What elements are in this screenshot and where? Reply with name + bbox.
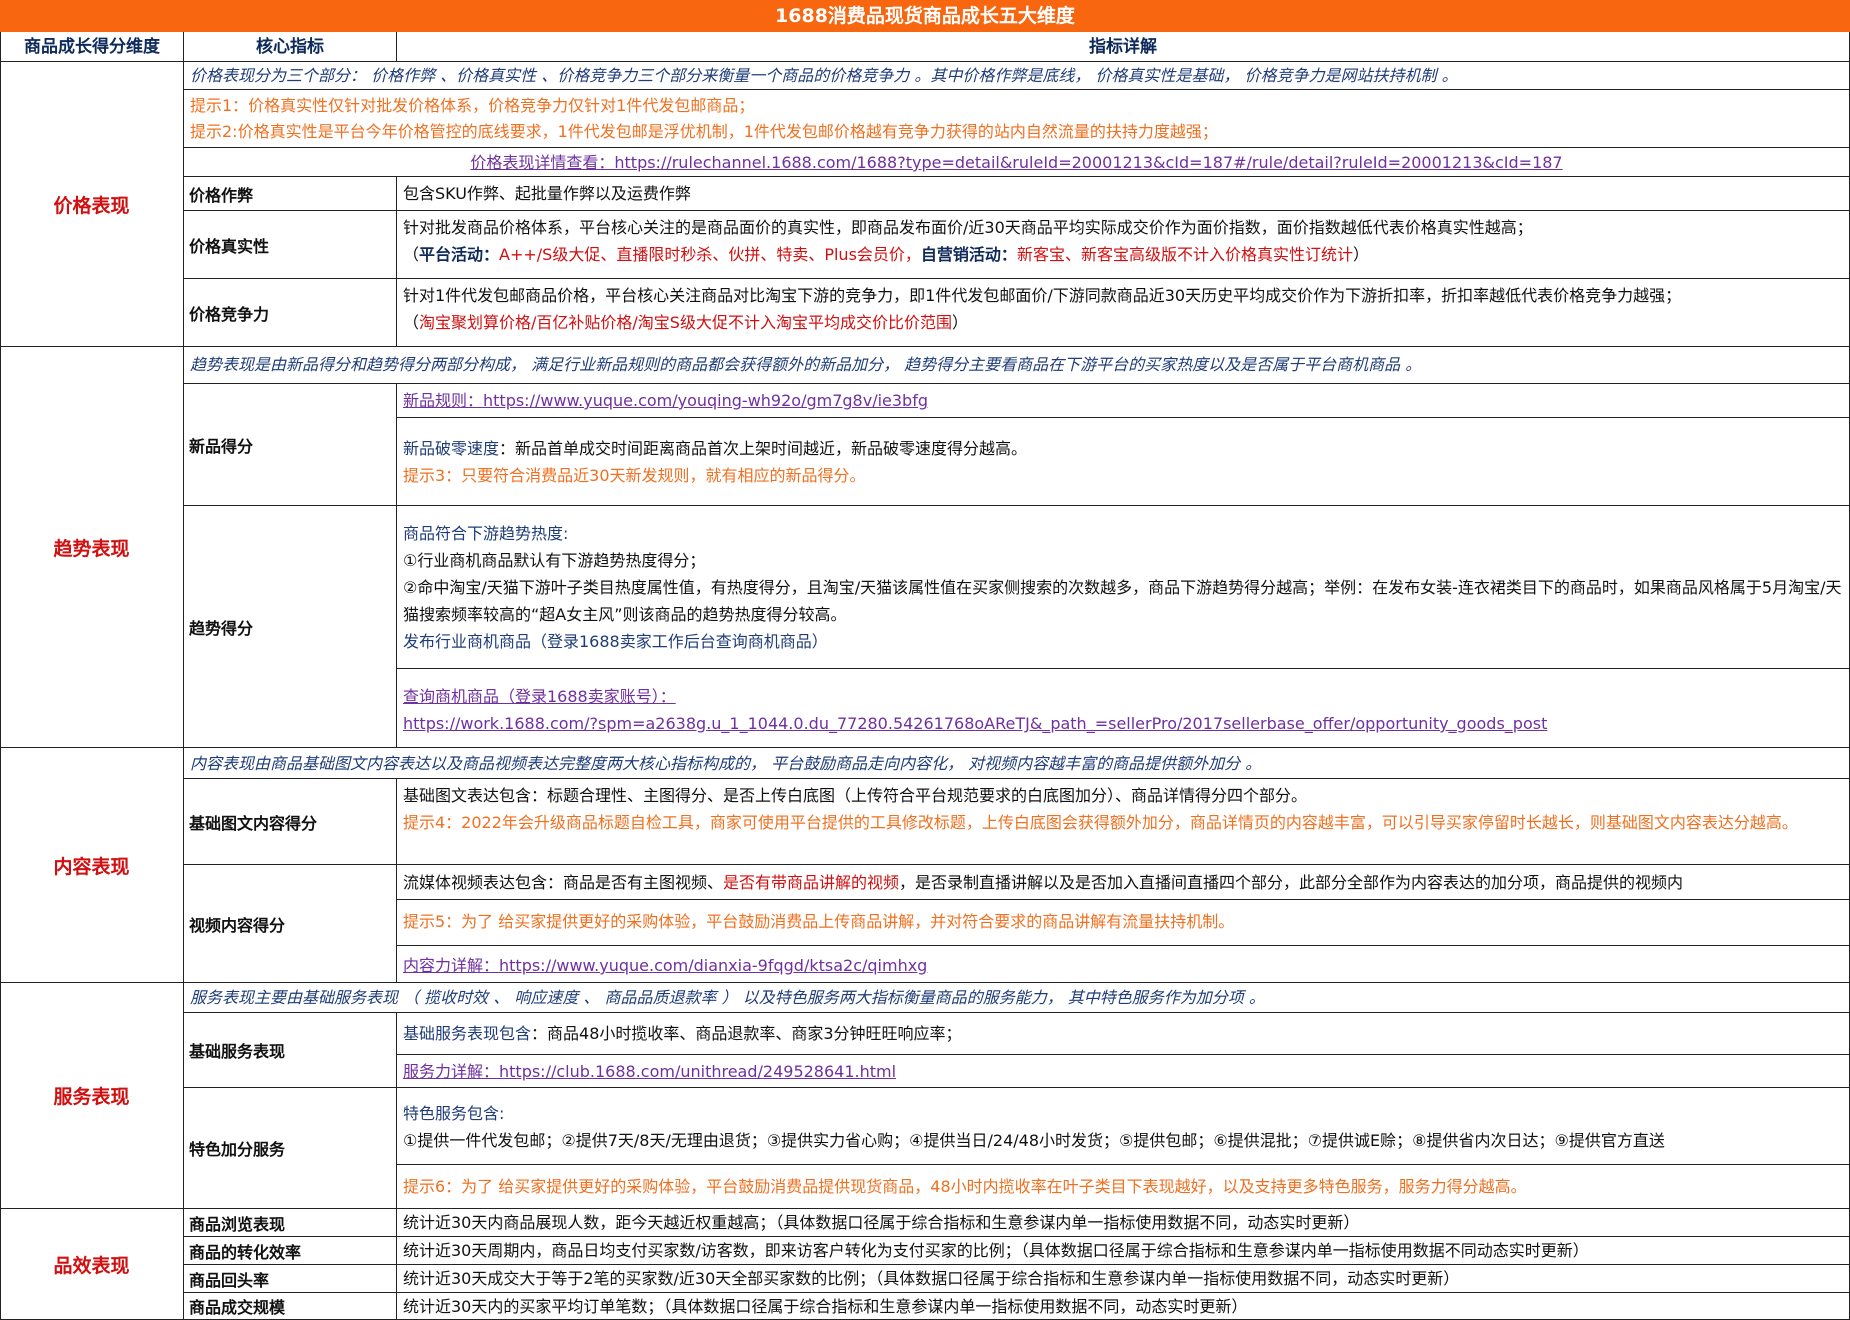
indicator-special-service: 特色加分服务 [184, 1088, 397, 1209]
dimension-efficiency: 品效表现 [0, 1209, 184, 1320]
price-tip-2: 提示2:价格真实性是平台今年价格管控的底线要求，1件代发包邮是浮优机制，1件代发… [190, 122, 1218, 141]
video-content-detail: 流媒体视频表达包含：商品是否有主图视频、是否有带商品讲解的视频，是否录制直播讲解… [397, 865, 1850, 900]
indicator-price-compete: 价格竞争力 [184, 279, 397, 347]
indicator-deal-scale: 商品成交规模 [184, 1293, 397, 1320]
trend-intro: 趋势表现是由新品得分和趋势得分两部分构成， 满足行业新品规则的商品都会获得额外的… [184, 347, 1850, 384]
indicator-trend-score: 趋势得分 [184, 506, 397, 748]
price-cheat-detail: 包含SKU作弊、起批量作弊以及运费作弊 [397, 177, 1850, 211]
service-link-cell: 服务力详解：https://club.1688.com/unithread/24… [397, 1055, 1850, 1088]
indicator-video-content: 视频内容得分 [184, 865, 397, 983]
dimension-content: 内容表现 [0, 748, 184, 983]
indicator-repeat-rate: 商品回头率 [184, 1265, 397, 1293]
indicator-conversion: 商品的转化效率 [184, 1237, 397, 1265]
new-rule-link[interactable]: 新品规则：https://www.yuque.com/youqing-wh92o… [403, 391, 928, 410]
price-link-cell: 价格表现详情查看：https://rulechannel.1688.com/16… [184, 148, 1850, 177]
spreadsheet: 1688消费品现货商品成长五大维度 商品成长得分维度 核心指标 指标详解 价格表… [0, 0, 1850, 1320]
self-marketing-label: 自营销活动： [920, 245, 1017, 264]
new-speed-line: 新品破零速度：新品首单成交时间距离商品首次上架时间越近，新品破零速度得分越高。 [403, 435, 1843, 462]
basic-content-detail: 基础图文表达包含：标题合理性、主图得分、是否上传白底图（上传符合平台规范要求的白… [397, 779, 1850, 865]
indicator-price-authentic: 价格真实性 [184, 211, 397, 279]
new-product-detail: 新品破零速度：新品首单成交时间距离商品首次上架时间越近，新品破零速度得分越高。 … [397, 418, 1850, 506]
content-intro: 内容表现由商品基础图文内容表达以及商品视频表达完整度两大核心指标构成的， 平台鼓… [184, 748, 1850, 779]
special-service-items: ①提供一件代发包邮；②提供7天/8天/无理由退货；③提供实力省心购；④提供当日/… [403, 1131, 1665, 1150]
indicator-price-cheat: 价格作弊 [184, 177, 397, 211]
video-detail-a: 流媒体视频表达包含：商品是否有主图视频、 [403, 873, 724, 892]
indicator-browse: 商品浏览表现 [184, 1209, 397, 1237]
basic-content-text: 基础图文表达包含：标题合理性、主图得分、是否上传白底图（上传符合平台规范要求的白… [403, 786, 1308, 805]
price-compete-detail: 针对1件代发包邮商品价格，平台核心关注商品对比淘宝下游的竞争力，即1件代发包邮面… [397, 279, 1850, 347]
header-indicator: 核心指标 [184, 32, 397, 62]
opportunity-query-label[interactable]: 查询商机商品（登录1688卖家账号）： [403, 683, 1843, 710]
header-dimension: 商品成长得分维度 [0, 32, 184, 62]
price-authentic-detail: 针对批发商品价格体系，平台核心关注的是商品面价的真实性，即商品发布面价/近30天… [397, 211, 1850, 279]
trend-heat-title: 商品符合下游趋势热度: [403, 524, 569, 543]
self-marketing-list: 新客宝、新客宝高级版不计入价格真实性订统计 [1016, 245, 1353, 264]
dimension-trend: 趋势表现 [0, 347, 184, 748]
price-intro: 价格表现分为三个部分： 价格作弊 、价格真实性 、价格竞争力三个部分来衡量一个商… [184, 62, 1850, 90]
repeat-rate-detail: 统计近30天成交大于等于2笔的买家数/近30天全部买家数的比例；（具体数据口径属… [397, 1265, 1850, 1293]
header-detail: 指标详解 [397, 32, 1850, 62]
browse-detail: 统计近30天内商品展现人数，距今天越近权重越高；（具体数据口径属于综合指标和生意… [397, 1209, 1850, 1237]
service-tip-6: 提示6：为了 给买家提供更好的采购体验，平台鼓励消费品提供现货商品，48小时内揽… [397, 1165, 1850, 1209]
conversion-detail: 统计近30天周期内，商品日均支付买家数/访客数，即来访客户转化为支付买家的比例；… [397, 1237, 1850, 1265]
note-paren-close: ） [1352, 245, 1369, 264]
video-detail-red: 是否有带商品讲解的视频 [723, 873, 900, 892]
trend-score-detail: 商品符合下游趋势热度: ①行业商机商品默认有下游趋势热度得分； ②命中淘宝/天猫… [397, 506, 1850, 669]
video-detail-b: ，是否录制直播讲解以及是否加入直播间直播四个部分，此部分全部作为内容表达的加分项… [899, 873, 1684, 892]
opportunity-query-link[interactable]: https://work.1688.com/?spm=a2638g.u_1_10… [403, 710, 1843, 737]
price-compete-note: （淘宝聚划算价格/百亿补贴价格/淘宝S级大促不计入淘宝平均成交价比价范围） [403, 309, 1843, 336]
compete-paren-close: ） [951, 313, 968, 332]
content-tip-5: 提示5：为了 给买家提供更好的采购体验，平台鼓励消费品上传商品讲解，并对符合要求… [397, 900, 1850, 946]
content-tip-4: 提示4：2022年会升级商品标题自检工具，商家可使用平台提供的工具修改标题，上传… [403, 813, 1798, 832]
indicator-basic-service: 基础服务表现 [184, 1013, 397, 1088]
price-tip-1: 提示1：价格真实性仅针对批发价格体系，价格竞争力仅针对1件代发包邮商品； [190, 96, 755, 115]
service-intro: 服务表现主要由基础服务表现 （ 揽收时效 、 响应速度 、 商品品质退款率 ） … [184, 983, 1850, 1013]
price-detail-link[interactable]: 价格表现详情查看：https://rulechannel.1688.com/16… [470, 153, 1562, 172]
platform-activity-list: A++/S级大促、直播限时秒杀、伙拼、特卖、Plus会员价， [499, 245, 921, 264]
trend-tip-3: 提示3：只要符合消费品近30天新发规则，就有相应的新品得分。 [403, 466, 866, 485]
price-compete-text: 针对1件代发包邮商品价格，平台核心关注商品对比淘宝下游的竞争力，即1件代发包邮面… [403, 286, 1682, 305]
price-authentic-note: （平台活动：A++/S级大促、直播限时秒杀、伙拼、特卖、Plus会员价，自营销活… [403, 241, 1843, 268]
platform-activity-label: 平台活动： [419, 245, 500, 264]
deal-scale-detail: 统计近30天内的买家平均订单笔数；（具体数据口径属于综合指标和生意参谋内单一指标… [397, 1293, 1850, 1320]
new-rule-link-cell: 新品规则：https://www.yuque.com/youqing-wh92o… [397, 384, 1850, 418]
sheet-title: 1688消费品现货商品成长五大维度 [0, 0, 1850, 32]
basic-service-detail-text: ：商品48小时揽收率、商品退款率、商家3分钟旺旺响应率； [531, 1024, 962, 1043]
basic-service-detail-label: 基础服务表现包含 [403, 1024, 532, 1043]
trend-heat-2: ②命中淘宝/天猫下游叶子类目热度属性值，有热度得分，且淘宝/天猫该属性值在买家侧… [403, 578, 1842, 624]
indicator-new-product: 新品得分 [184, 384, 397, 506]
compete-paren-open: （ [403, 313, 420, 332]
note-paren-open: （ [403, 245, 420, 264]
special-service-title: 特色服务包含: [403, 1104, 505, 1123]
opportunity-query-cell: 查询商机商品（登录1688卖家账号）： https://work.1688.co… [397, 669, 1850, 748]
trend-heat-1: ①行业商机商品默认有下游趋势热度得分； [403, 551, 706, 570]
new-speed-text: ：新品首单成交时间距离商品首次上架时间越近，新品破零速度得分越高。 [499, 439, 1028, 458]
dimension-price: 价格表现 [0, 62, 184, 347]
new-speed-label: 新品破零速度 [403, 439, 500, 458]
content-detail-link[interactable]: 内容力详解：https://www.yuque.com/dianxia-9fqg… [403, 956, 927, 975]
content-link-cell: 内容力详解：https://www.yuque.com/dianxia-9fqg… [397, 946, 1850, 983]
price-tips: 提示1：价格真实性仅针对批发价格体系，价格竞争力仅针对1件代发包邮商品； 提示2… [184, 90, 1850, 148]
special-service-detail: 特色服务包含: ①提供一件代发包邮；②提供7天/8天/无理由退货；③提供实力省心… [397, 1088, 1850, 1165]
service-detail-link[interactable]: 服务力详解：https://club.1688.com/unithread/24… [403, 1062, 896, 1081]
indicator-basic-content: 基础图文内容得分 [184, 779, 397, 865]
trend-publish: 发布行业商机商品（登录1688卖家工作后台查询商机商品） [403, 632, 828, 651]
dimension-service: 服务表现 [0, 983, 184, 1209]
compete-note-text: 淘宝聚划算价格/百亿补贴价格/淘宝S级大促不计入淘宝平均成交价比价范围 [419, 313, 952, 332]
price-authentic-text: 针对批发商品价格体系，平台核心关注的是商品面价的真实性，即商品发布面价/近30天… [403, 218, 1533, 237]
basic-service-detail: 基础服务表现包含：商品48小时揽收率、商品退款率、商家3分钟旺旺响应率； [397, 1013, 1850, 1055]
